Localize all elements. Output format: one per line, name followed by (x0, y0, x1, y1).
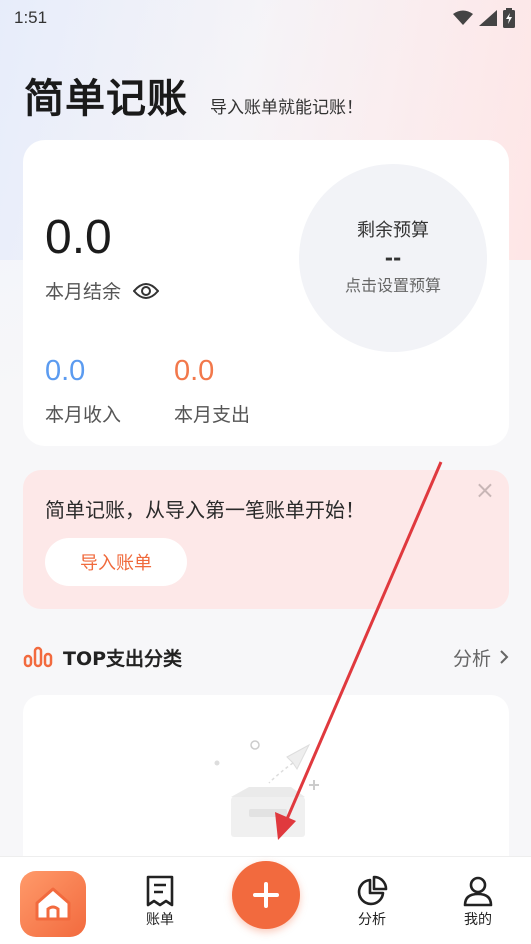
close-icon[interactable]: × (475, 476, 495, 504)
top-expense-title-group: TOP支出分类 (23, 644, 182, 671)
monthly-balance-label-row: 本月结余 (45, 277, 160, 304)
app-subtitle: 导入账单就能记账！ (210, 98, 363, 118)
bar-chart-icon (23, 646, 53, 668)
remaining-budget-value: -- (384, 246, 402, 270)
tab-analysis[interactable]: 分析 (352, 875, 392, 929)
pie-chart-icon (357, 875, 388, 906)
page-header: 简单记账 导入账单就能记账！ (24, 66, 363, 124)
wifi-icon (453, 10, 473, 25)
import-banner: 简单记账，从导入第一笔账单开始！ × 导入账单 (23, 470, 509, 609)
top-expense-header: TOP支出分类 分析 (23, 641, 509, 673)
monthly-income-value: 0.0 (45, 355, 86, 387)
bottom-tab-bar: 账单 分析 我的 (0, 856, 531, 944)
monthly-income-label: 本月收入 (45, 404, 122, 426)
analysis-link[interactable]: 分析 (453, 644, 509, 671)
set-budget-hint: 点击设置预算 (344, 276, 441, 295)
monthly-expense: 0.0 本月支出 (174, 355, 250, 427)
monthly-income: 0.0 本月收入 (45, 355, 121, 427)
analysis-link-label: 分析 (452, 647, 491, 670)
tab-mine-label: 我的 (464, 912, 492, 928)
plus-icon (253, 882, 279, 908)
remaining-budget-title: 剩余预算 (357, 220, 429, 241)
home-icon (35, 887, 71, 921)
remaining-budget-button[interactable]: 剩余预算 -- 点击设置预算 (299, 164, 487, 352)
monthly-balance-value: 0.0 (45, 211, 112, 264)
tab-bills-label: 账单 (146, 912, 174, 928)
top-expense-title: TOP支出分类 (63, 647, 183, 670)
app-title: 简单记账 (24, 76, 188, 122)
eye-icon[interactable] (133, 281, 160, 301)
tab-analysis-label: 分析 (358, 912, 386, 928)
empty-box-illustration (214, 740, 319, 837)
chevron-right-icon (500, 650, 509, 664)
tab-home[interactable] (20, 871, 86, 937)
bill-icon (146, 875, 174, 907)
status-icons (453, 8, 515, 28)
monthly-summary-card: 0.0 本月结余 剩余预算 -- 点击设置预算 0.0 本月收入 0.0 本月支… (23, 140, 509, 446)
add-record-button[interactable] (232, 861, 300, 929)
monthly-expense-label: 本月支出 (174, 404, 251, 426)
status-bar: 1:51 (0, 0, 531, 36)
import-bill-button[interactable]: 导入账单 (45, 538, 187, 586)
tab-bills[interactable]: 账单 (140, 875, 180, 929)
monthly-balance-label: 本月结余 (45, 281, 122, 303)
tab-mine[interactable]: 我的 (458, 875, 498, 929)
battery-icon (503, 8, 515, 28)
person-icon (463, 876, 493, 907)
status-time: 1:51 (14, 8, 48, 27)
import-banner-text: 简单记账，从导入第一笔账单开始！ (45, 498, 365, 522)
signal-icon (479, 10, 497, 26)
monthly-expense-value: 0.0 (174, 355, 215, 387)
